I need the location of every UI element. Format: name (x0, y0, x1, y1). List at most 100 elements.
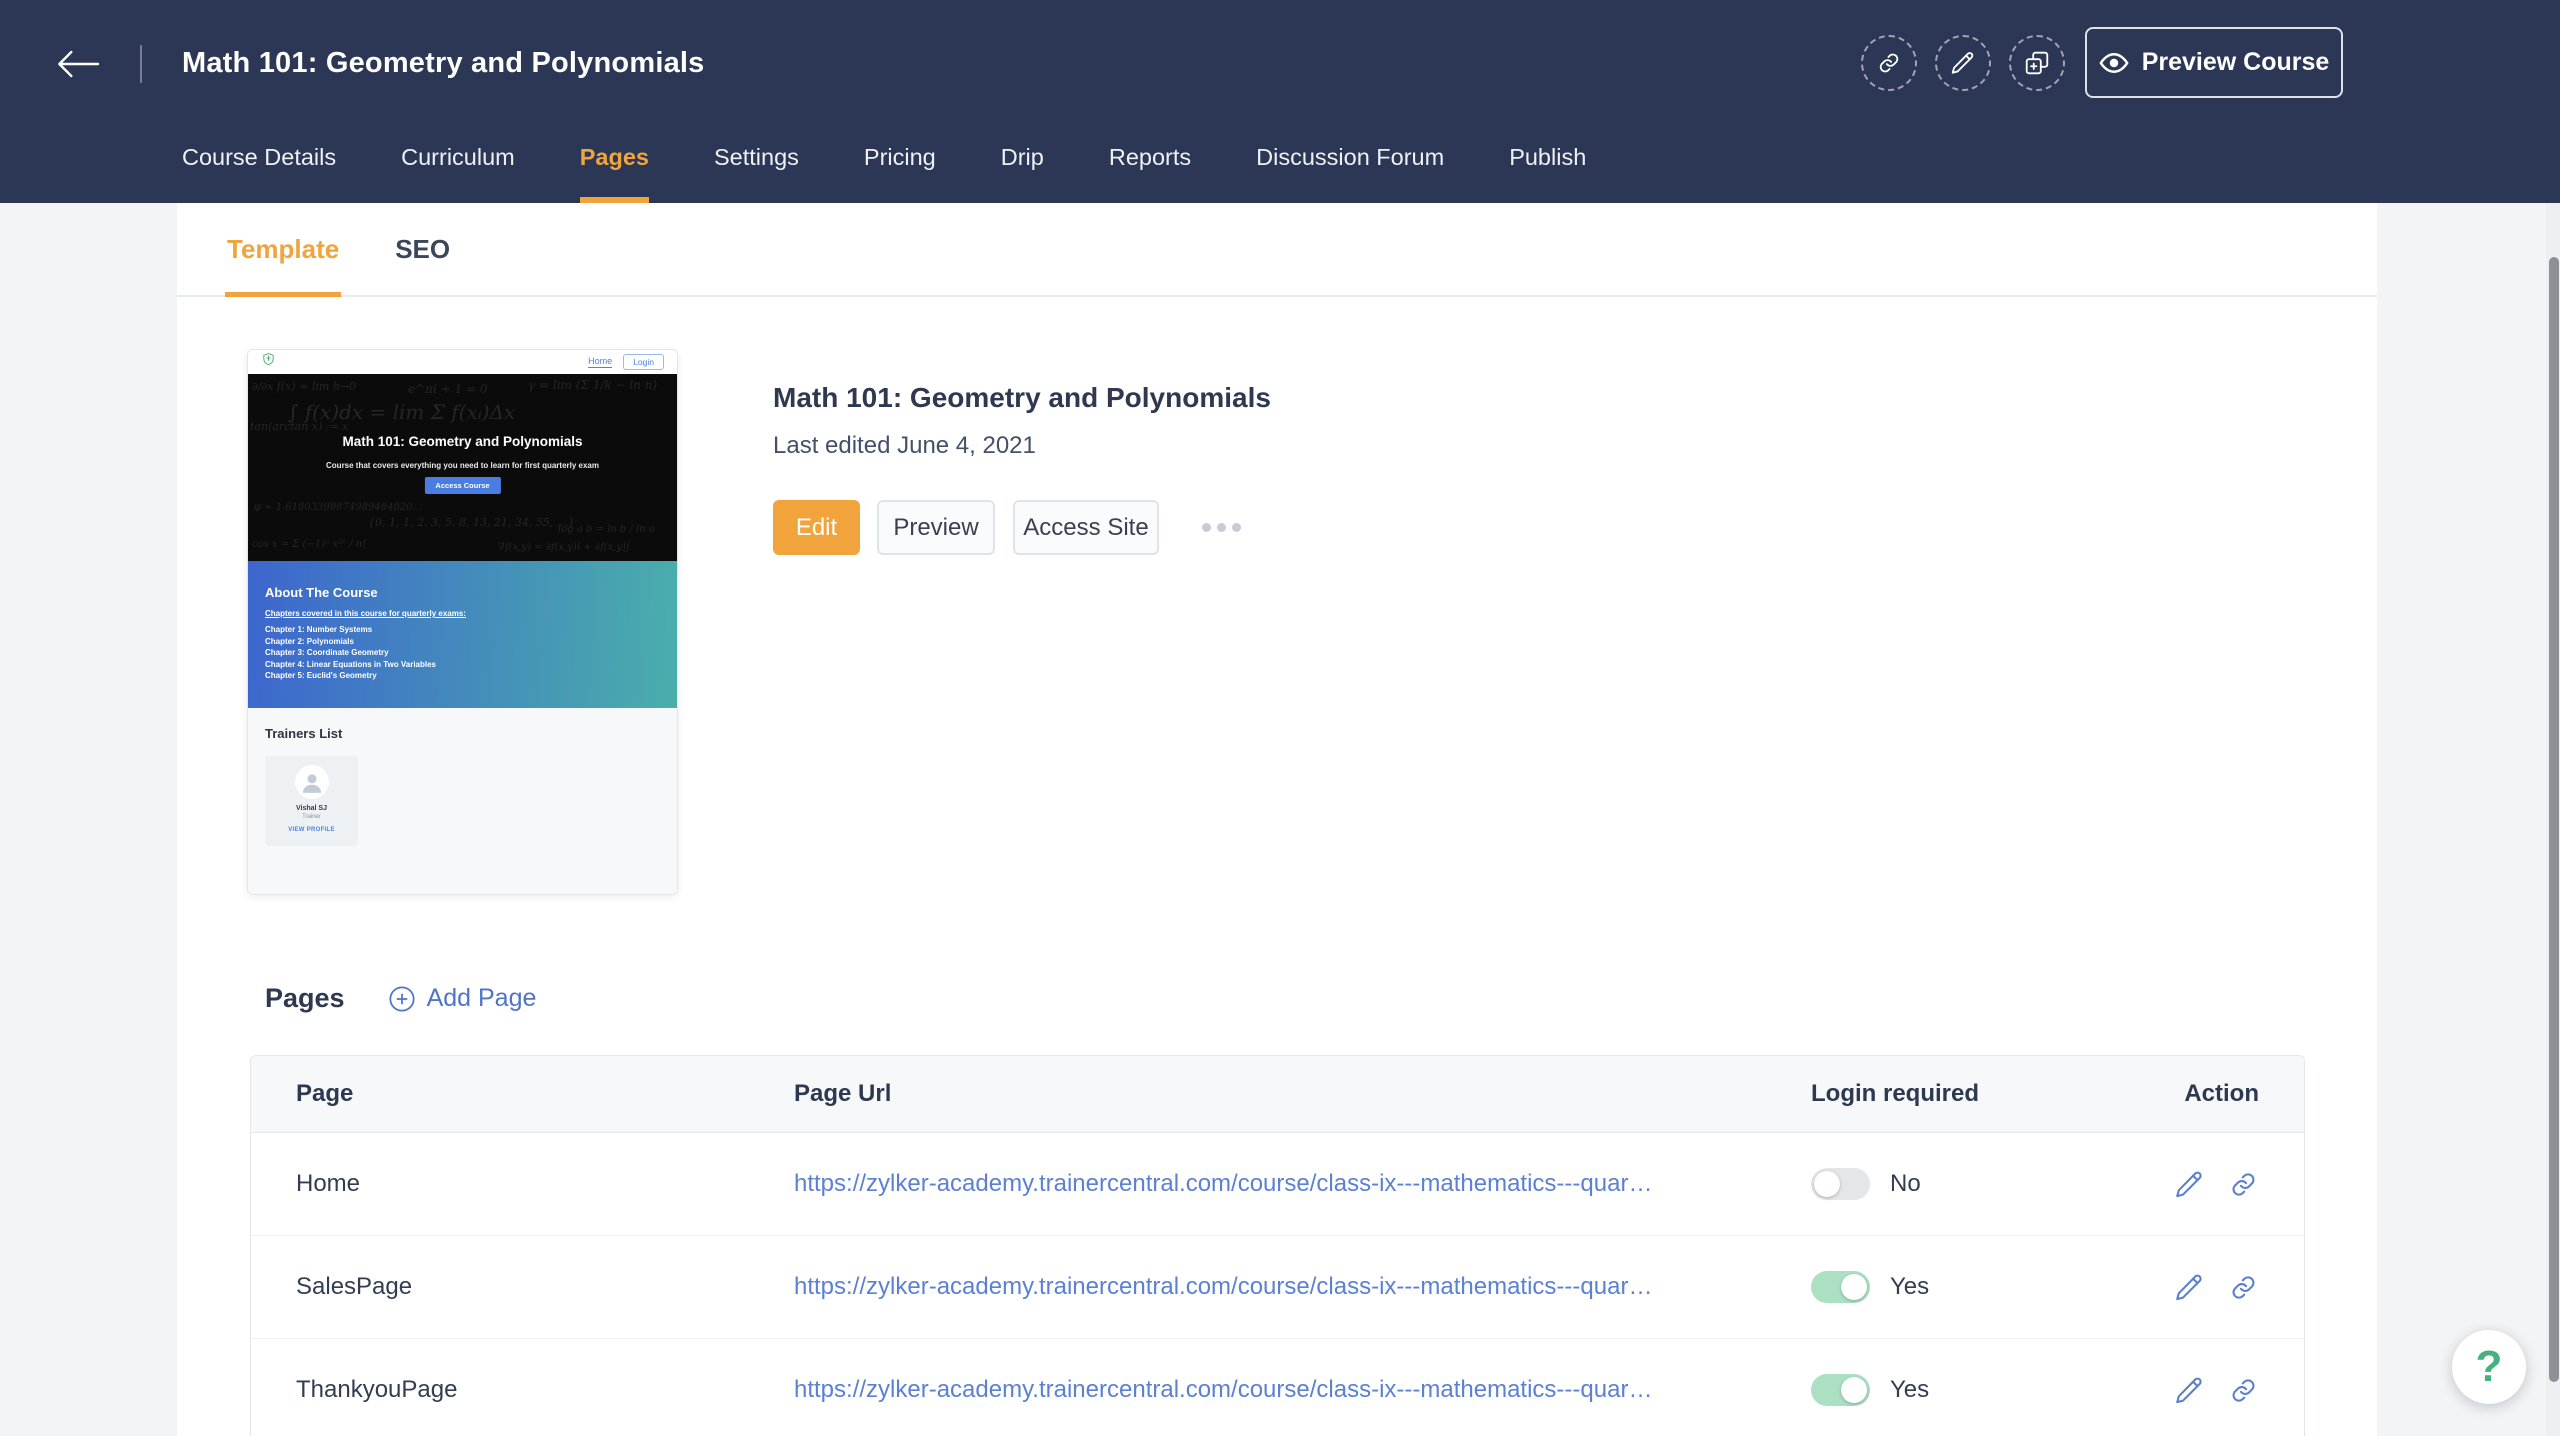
pages-section-header: Pages Add Page (265, 983, 536, 1014)
trainer-role: Trainer (302, 814, 321, 820)
add-page-label: Add Page (426, 984, 537, 1012)
tab-drip[interactable]: Drip (1001, 144, 1044, 203)
tab-pages[interactable]: Pages (579, 144, 649, 203)
hero-formula-texture: e^πi + 1 = 0 (408, 382, 488, 396)
page-url-link[interactable]: https://zylker-academy.trainercentral.co… (794, 1376, 1811, 1404)
subtab-bar: Template SEO (177, 203, 2377, 297)
pages-table-header: Page Page Url Login required Action (251, 1056, 2304, 1133)
page-name: SalesPage (296, 1273, 413, 1300)
academy-logo-icon (261, 352, 276, 372)
about-heading: About The Course (265, 585, 378, 600)
thumbnail-home-link: Home (588, 356, 613, 368)
hero-formula-texture: {0, 1, 1, 2, 3, 5, 8, 13, 21, 34, 55, …} (368, 516, 575, 529)
col-header-login-required: Login required (1811, 1080, 1979, 1107)
login-required-toggle[interactable] (1811, 1271, 1870, 1303)
col-header-page-url: Page Url (794, 1080, 892, 1107)
eye-icon (2099, 52, 2129, 73)
more-options-button[interactable] (1198, 513, 1245, 542)
trainer-avatar (294, 765, 329, 799)
content-panel: Template SEO Home Login ∂/∂x f(x) = lim … (177, 203, 2377, 1436)
table-row-salespage: SalesPage https://zylker-academy.trainer… (251, 1236, 2304, 1339)
link-icon (1879, 53, 1899, 73)
about-intro: Chapters covered in this course for quar… (265, 609, 466, 618)
login-required-label: No (1890, 1170, 1921, 1197)
link-icon (2232, 1378, 2255, 1402)
help-button[interactable]: ? (2452, 1330, 2526, 1404)
edit-button[interactable]: Edit (773, 500, 860, 555)
course-tab-bar: Course Details Curriculum Pages Settings… (182, 144, 1586, 203)
link-icon (2232, 1172, 2255, 1196)
pages-heading: Pages (265, 983, 345, 1013)
tab-publish[interactable]: Publish (1509, 144, 1586, 203)
trainer-card: Vishal SJ Trainer VIEW PROFILE (265, 756, 358, 846)
page-name: Home (296, 1170, 361, 1197)
hero-formula-texture: cos x = Σ (−1)ⁿ x²ⁿ / n! (252, 539, 367, 550)
hero-formula-texture: tan(arctan x) := x (250, 420, 349, 433)
hero-formula-texture: log a b = ln b / ln a (558, 524, 655, 535)
scrollbar-thumb[interactable] (2549, 257, 2559, 1382)
chapter-item: Chapter 2: Polynomials (265, 636, 354, 646)
person-icon (302, 774, 321, 793)
login-required-label: Yes (1890, 1376, 1930, 1403)
edit-page-button[interactable] (2174, 1375, 2205, 1406)
thumbnail-about-section: About The Course Chapters covered in thi… (248, 561, 677, 708)
login-required-label: Yes (1890, 1273, 1930, 1300)
back-button[interactable] (52, 44, 104, 84)
duplicate-course-button[interactable] (2009, 35, 2065, 91)
edit-course-button[interactable] (1935, 35, 1991, 91)
hero-formula-texture: ∇f(x,y) = ∂f(x,y)î + ∂f(x,y)ĵ (498, 542, 630, 553)
thumbnail-hero-title: Math 101: Geometry and Polynomials (342, 434, 583, 449)
col-header-page: Page (296, 1080, 354, 1107)
scrollbar-track[interactable] (2546, 203, 2560, 1436)
table-row-home: Home https://zylker-academy.trainercentr… (251, 1133, 2304, 1236)
plus-circle-icon (389, 985, 415, 1012)
page-url-link[interactable]: https://zylker-academy.trainercentral.co… (794, 1273, 1811, 1301)
hero-formula-texture: γ = lim (Σ 1/k − ln n) (528, 378, 658, 392)
app-header: Math 101: Geometry and Polynomials Previ… (0, 0, 2560, 203)
thumbnail-navbar: Home Login (248, 350, 677, 374)
tab-course-details[interactable]: Course Details (182, 144, 336, 203)
preview-course-button[interactable]: Preview Course (2085, 27, 2343, 98)
tab-discussion-forum[interactable]: Discussion Forum (1256, 144, 1444, 203)
preview-course-label: Preview Course (2141, 48, 2330, 76)
chapter-item: Chapter 5: Euclid's Geometry (265, 671, 377, 681)
chapter-item: Chapter 4: Linear Equations in Two Varia… (265, 659, 436, 669)
col-header-action: Action (2184, 1080, 2259, 1107)
tab-curriculum[interactable]: Curriculum (401, 144, 515, 203)
preview-button[interactable]: Preview (877, 500, 995, 555)
copy-page-link-button[interactable] (2228, 1375, 2259, 1406)
chapter-item: Chapter 1: Number Systems (265, 625, 373, 634)
edit-page-button[interactable] (2174, 1169, 2205, 1200)
subtab-template[interactable]: Template (225, 234, 342, 297)
pages-table: Page Page Url Login required Action Home… (250, 1055, 2305, 1436)
duplicate-plus-icon (2025, 51, 2049, 75)
page-name: ThankyouPage (296, 1376, 458, 1403)
hero-formula-texture: ∂/∂x f(x) = lim h→0 (252, 380, 357, 393)
access-site-button[interactable]: Access Site (1013, 500, 1159, 555)
thumbnail-login-button: Login (623, 354, 664, 370)
copy-page-link-button[interactable] (2228, 1169, 2259, 1200)
login-required-toggle[interactable] (1811, 1168, 1870, 1200)
chapter-item: Chapter 3: Coordinate Geometry (265, 648, 389, 658)
page-url-link[interactable]: https://zylker-academy.trainercentral.co… (794, 1170, 1811, 1198)
hero-formula-texture: φ ≈ 1.61803398874989484820… (254, 502, 423, 513)
pencil-icon (2176, 1274, 2202, 1300)
tab-reports[interactable]: Reports (1109, 144, 1191, 203)
subtab-seo[interactable]: SEO (393, 234, 452, 297)
pages-screen: Math 101: Geometry and Polynomials Previ… (0, 0, 2560, 1436)
view-profile-link: VIEW PROFILE (288, 827, 335, 833)
tab-settings[interactable]: Settings (714, 144, 799, 203)
last-edited-text: Last edited June 4, 2021 (773, 432, 1036, 459)
edit-page-button[interactable] (2174, 1272, 2205, 1303)
pencil-icon (2176, 1377, 2202, 1403)
header-divider (140, 45, 142, 83)
add-page-button[interactable]: Add Page (388, 984, 537, 1013)
copy-link-button[interactable] (1861, 35, 1917, 91)
pencil-icon (1951, 52, 1974, 74)
tab-pricing[interactable]: Pricing (864, 144, 936, 203)
copy-page-link-button[interactable] (2228, 1272, 2259, 1303)
trainers-heading: Trainers List (265, 726, 343, 741)
login-required-toggle[interactable] (1811, 1374, 1870, 1406)
pencil-icon (2176, 1171, 2202, 1197)
back-arrow-icon (58, 50, 100, 78)
